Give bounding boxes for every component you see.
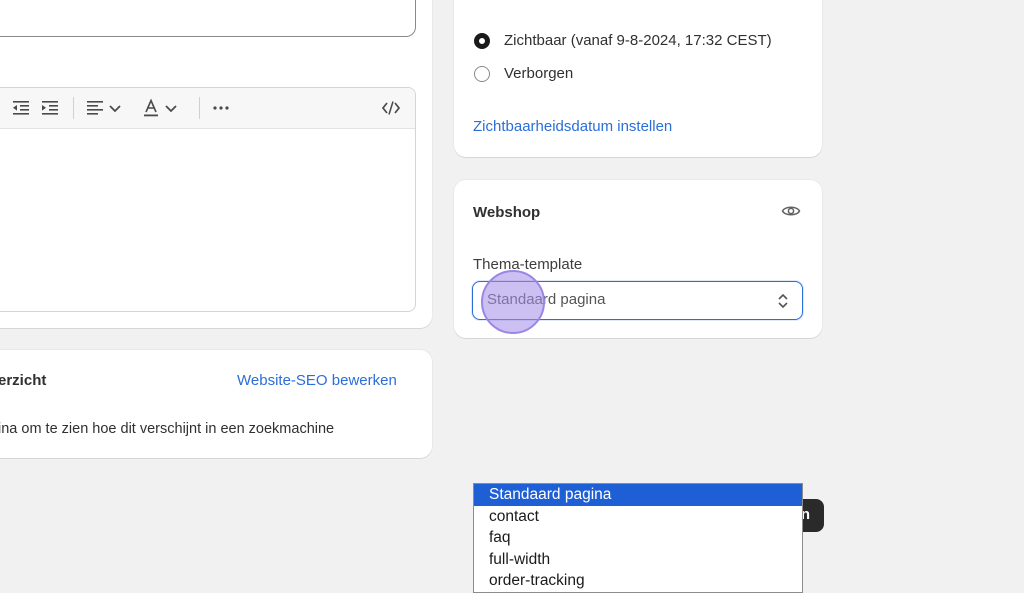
eye-icon[interactable] (781, 201, 801, 221)
seo-card-title: erzicht (0, 372, 47, 389)
seo-description: ina om te zien hoe dit verschijnt in een… (0, 421, 335, 437)
outdent-icon[interactable] (11, 98, 31, 118)
text-color-icon[interactable] (141, 98, 161, 118)
title-input[interactable] (0, 0, 416, 37)
indent-icon[interactable] (40, 98, 60, 118)
align-icon[interactable] (85, 98, 105, 118)
rich-text-editor[interactable] (0, 87, 416, 312)
edit-seo-link[interactable]: Website-SEO bewerken (237, 372, 397, 389)
editor-toolbar (0, 88, 415, 129)
cursor-click-indicator (481, 270, 545, 334)
more-icon[interactable] (211, 98, 231, 118)
dropdown-option[interactable]: full-width (474, 549, 802, 571)
dropdown-option[interactable]: faq (474, 527, 802, 549)
select-chevron-icon (778, 293, 788, 309)
toolbar-divider (199, 97, 200, 119)
code-icon[interactable] (381, 98, 401, 118)
template-dropdown-list[interactable]: Standaard pagina contact faq full-width … (473, 483, 803, 593)
dropdown-option[interactable]: Standaard pagina (474, 484, 802, 506)
radio-unselected-icon[interactable] (474, 66, 490, 82)
dropdown-option[interactable]: contact (474, 506, 802, 528)
dropdown-option[interactable]: order-tracking (474, 570, 802, 592)
visible-radio-label: Zichtbaar (vanaf 9-8-2024, 17:32 CEST) (504, 32, 772, 49)
hidden-radio-label: Verborgen (504, 65, 574, 82)
webshop-card-title: Webshop (473, 204, 541, 221)
theme-template-label: Thema-template (473, 256, 583, 273)
set-visibility-date-link[interactable]: Zichtbaarheidsdatum instellen (473, 118, 672, 135)
seo-preview-card (0, 350, 432, 458)
toolbar-divider (73, 97, 74, 119)
radio-selected-icon[interactable] (474, 33, 490, 49)
chevron-down-icon[interactable] (105, 98, 125, 118)
chevron-down-icon[interactable] (161, 98, 181, 118)
